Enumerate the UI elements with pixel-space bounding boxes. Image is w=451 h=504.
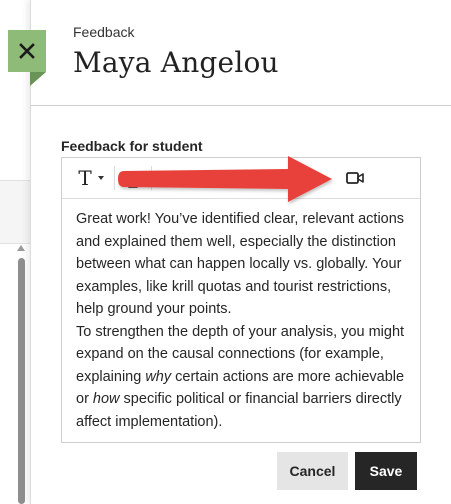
cancel-button[interactable]: Cancel bbox=[277, 452, 348, 490]
panel-kicker: Feedback bbox=[73, 24, 135, 40]
scroll-up-arrow-icon[interactable] bbox=[17, 245, 25, 251]
text-format-icon: T bbox=[78, 166, 92, 190]
close-icon bbox=[19, 43, 35, 59]
save-button[interactable]: Save bbox=[355, 452, 417, 490]
emphasis-text: why bbox=[145, 368, 172, 385]
toolbar-divider bbox=[151, 166, 152, 190]
editor-toolbar: T bbox=[62, 158, 420, 199]
feedback-paragraph: specific political or financial barriers… bbox=[76, 391, 402, 430]
chevron-down-icon bbox=[97, 176, 104, 180]
close-button[interactable] bbox=[8, 30, 46, 86]
feedback-paragraph: Great work! You’ve identified clear, rel… bbox=[76, 211, 405, 317]
text-format-button[interactable]: T bbox=[62, 158, 114, 199]
feedback-editor[interactable]: T Great work! You’ve identified clear, r… bbox=[61, 157, 421, 443]
emphasis-text: how bbox=[92, 391, 120, 407]
toolbar-button[interactable] bbox=[115, 158, 151, 199]
background-page bbox=[0, 0, 30, 504]
feedback-field-label: Feedback for student bbox=[61, 138, 203, 154]
header-divider bbox=[30, 105, 451, 106]
background-scrollbar[interactable] bbox=[18, 258, 25, 504]
toolbar-button-icon bbox=[128, 184, 138, 188]
video-camera-icon bbox=[346, 172, 364, 184]
editor-content[interactable]: Great work! You’ve identified clear, rel… bbox=[76, 208, 408, 433]
background-row bbox=[0, 180, 30, 244]
insert-video-button[interactable] bbox=[335, 158, 375, 199]
page-title: Maya Angelou bbox=[73, 46, 279, 79]
